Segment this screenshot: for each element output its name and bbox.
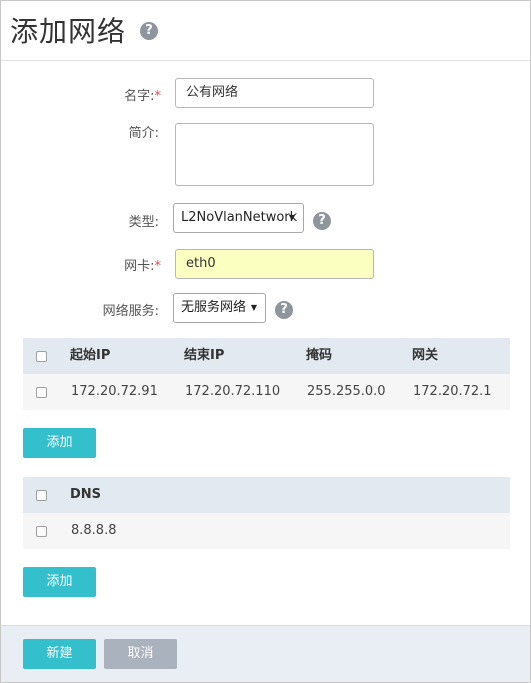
chevron-down-icon: ▼ [288,213,295,222]
table-row[interactable]: 8.8.8.8 [23,513,510,549]
network-service-select[interactable]: 无服务网络 ▼ [173,293,266,323]
network-service-select-value: 无服务网络 [181,300,247,315]
ip-range-table-header: 起始IP 结束IP 掩码 网关 [23,338,510,374]
add-dns-button[interactable]: 添加 [23,567,96,597]
cancel-button[interactable]: 取消 [104,639,177,669]
column-header-dns: DNS [70,487,102,502]
column-header-gateway: 网关 [412,348,439,363]
network-service-label: 网络服务: [102,304,159,319]
table-row[interactable]: 172.20.72.91 172.20.72.110 255.255.0.0 1… [23,374,510,410]
description-label: 简介: [128,126,159,141]
column-header-start-ip: 起始IP [70,348,111,363]
chevron-down-icon: ▼ [250,303,257,312]
dialog-title: 添加网络 [10,15,127,48]
dns-table: DNS 8.8.8.8 [23,477,510,549]
nic-required-mark: * [154,259,162,274]
type-help-icon[interactable]: ? [313,212,331,230]
column-header-end-ip: 结束IP [184,348,225,363]
nic-label: 网卡:* [11,255,161,274]
type-select-value: L2NoVlanNetwork [181,210,298,225]
nic-label-text: 网卡: [124,259,155,274]
add-network-dialog: 添加网络 ? 名字:* 公有网络 简介: 类型: L2NoVlanNetwork… [0,0,531,683]
description-textarea[interactable] [175,123,374,186]
select-all-checkbox[interactable] [36,490,47,501]
dialog-footer: 新建 取消 [1,625,530,682]
add-ip-range-button[interactable]: 添加 [23,428,96,458]
end-ip-cell: 172.20.72.110 [185,384,281,399]
name-required-mark: * [154,89,162,104]
dns-cell: 8.8.8.8 [71,523,117,538]
row-checkbox[interactable] [36,526,47,537]
dns-table-header: DNS [23,477,510,513]
select-all-checkbox[interactable] [36,351,47,362]
column-header-netmask: 掩码 [306,348,333,363]
name-label: 名字:* [11,85,161,104]
netmask-cell: 255.255.0.0 [307,384,386,399]
row-checkbox[interactable] [36,387,47,398]
name-input[interactable]: 公有网络 [175,78,374,108]
ip-range-table: 起始IP 结束IP 掩码 网关 172.20.72.91 172.20.72.1… [23,338,510,410]
type-label: 类型: [128,215,159,230]
network-service-help-icon[interactable]: ? [275,301,293,319]
dialog-header: 添加网络 ? [1,1,530,61]
help-icon[interactable]: ? [140,22,158,40]
create-button[interactable]: 新建 [23,639,96,669]
name-label-text: 名字: [124,89,155,104]
gateway-cell: 172.20.72.1 [413,384,492,399]
type-select[interactable]: L2NoVlanNetwork ▼ [173,203,304,233]
nic-input[interactable]: eth0 [175,249,374,279]
start-ip-cell: 172.20.72.91 [71,384,158,399]
